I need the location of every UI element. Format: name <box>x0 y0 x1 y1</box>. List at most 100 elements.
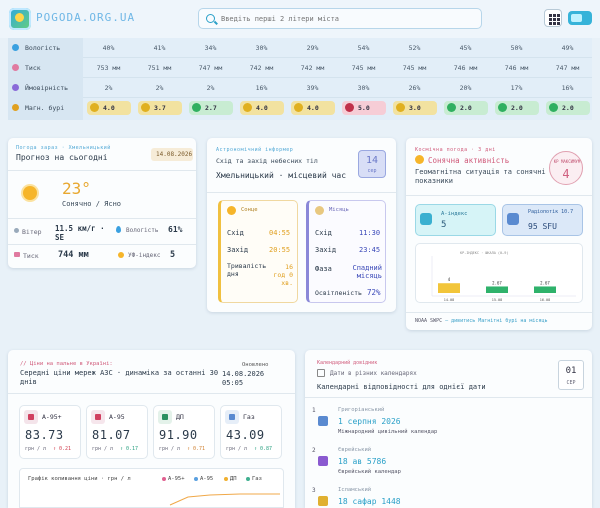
table-cell: 30% <box>357 84 370 92</box>
calendar-title-icon <box>317 369 325 377</box>
kp-bar <box>486 286 508 293</box>
table-cell: 54% <box>357 44 370 52</box>
day-length-label: Тривалість дня <box>227 262 267 278</box>
moon-phase-label: Фаза <box>315 265 332 273</box>
site-logo-icon[interactable] <box>9 8 31 30</box>
storm-level-icon <box>141 103 150 112</box>
kp-bar <box>438 283 460 293</box>
pressure-icon <box>12 64 19 71</box>
fuel-price: 83.73 <box>25 428 64 442</box>
table-cell: 742 мм <box>300 64 325 72</box>
table-cell: 50% <box>510 44 523 52</box>
droplet-icon <box>12 44 19 51</box>
astro-date-badge: 14 сер <box>358 150 386 178</box>
today-temperature: 23° <box>62 179 91 198</box>
calendar-title: Дати в різних календарях <box>330 370 417 377</box>
row-label: Ймовірність <box>8 78 83 98</box>
weather-details-table: Вологість 40% 41% 34% 30% 29% 54% 52% 45% 50% 49% Т… <box>8 38 592 120</box>
calendar-icon <box>318 416 328 426</box>
astro-informer-card: Астрономічний інформер Схід та захід неб… <box>207 138 396 312</box>
storm-badge: 4.0 <box>291 101 335 115</box>
storm-level-icon <box>345 103 354 112</box>
fuel-unit: грн / л <box>159 446 181 452</box>
table-row-storms: Магн. бурі 4.0 3.7 2.7 4.0 4.0 5.0 3.0 2.0 2.0 2.0 <box>8 98 592 120</box>
calendar-system: Єврейський <box>338 447 372 453</box>
storm-badge: 2.0 <box>546 101 590 115</box>
uv-label: УФ-індекс <box>128 252 161 259</box>
theme-toggle[interactable] <box>568 11 592 25</box>
storm-level-icon <box>396 103 405 112</box>
kp-category-label: 16.08 <box>540 298 551 302</box>
table-cell: 747 мм <box>198 64 223 72</box>
storm-badge: 3.7 <box>138 101 182 115</box>
fuel-price-tile[interactable]: Газ 43.09 грн / л ↑ 0.87 <box>220 405 282 459</box>
fuel-name: Газ <box>243 413 255 421</box>
today-description: Сонячно / Ясно <box>62 200 122 208</box>
fuel-price: 91.90 <box>159 428 198 442</box>
row-label: Магн. бурі <box>8 98 83 120</box>
calendar-date: 18 сафар 1448 <box>338 497 401 506</box>
calendar-date-badge: 01 СЕР <box>558 360 584 390</box>
calendar-entry-number: 1 <box>312 407 316 414</box>
fuel-price-tile[interactable]: А-95 81.07 грн / л ↑ 0.17 <box>86 405 148 459</box>
moonrise-value: 11:30 <box>359 229 381 237</box>
fuel-name: А-95 <box>109 413 125 421</box>
city-search[interactable] <box>198 8 482 29</box>
radio-icon <box>507 213 519 225</box>
moonrise-label: Схід <box>315 229 332 237</box>
storm-level-icon <box>549 103 558 112</box>
table-cell: 745 мм <box>351 64 376 72</box>
table-row-2: Ймовірність 2% 2% 2% 16% 39% 30% 26% 20% 17% 16% <box>8 78 592 98</box>
moonset-value: 23:45 <box>359 246 381 254</box>
solar-title: Сонячна активність <box>428 156 510 165</box>
magnetic-storms-link[interactable]: — дивитись Магнітні бурі на місяць <box>445 318 547 324</box>
table-row-1: Тиск 753 мм 751 мм 747 мм 742 мм 742 мм 745 мм… <box>8 58 592 78</box>
pressure-value: 744 мм <box>58 250 89 260</box>
calendar-card: Календарний довідник Дати в різних кален… <box>305 350 592 508</box>
apps-grid-button[interactable] <box>544 9 562 27</box>
solar-footer: NOAA SWPC — дивитись Магнітні бурі на мі… <box>415 318 547 324</box>
table-row-0: Вологість 40% 41% 34% 30% 29% 54% 52% 45% 50% 49% <box>8 38 592 58</box>
row-label: Вологість <box>8 38 83 58</box>
site-logo-text[interactable]: POGODA.ORG.UA <box>36 11 135 24</box>
kp-bar-label: 4 <box>448 277 451 282</box>
a-index-value: 5 <box>441 220 447 230</box>
kp-max-badge: КР МАКСИМУМ 4 <box>549 151 583 185</box>
kp-bar-label: 2.67 <box>540 280 550 285</box>
fuel-pump-icon <box>91 410 105 424</box>
truck-icon <box>158 410 172 424</box>
illumination-value: 72% <box>367 288 381 297</box>
table-cell: 52% <box>408 44 421 52</box>
today-forecast-card: Погода зараз · Хмельницький Прогноз на с… <box>8 138 196 268</box>
storm-level-icon <box>90 103 99 112</box>
a-index-label: A-індекс <box>441 211 468 217</box>
storm-badge: 2.0 <box>495 101 539 115</box>
today-title: Прогноз на сьогодні <box>16 153 108 162</box>
table-cell: 45% <box>459 44 472 52</box>
fuel-title: Середні ціни мереж АЗС · динаміка за ост… <box>20 369 219 386</box>
calendar-entry-number: 2 <box>312 447 316 454</box>
fuel-unit: грн / л <box>226 446 248 452</box>
astro-tag: Астрономічний інформер <box>216 147 294 153</box>
fuel-price: 81.07 <box>92 428 131 442</box>
fuel-price-tile[interactable]: А-95+ 83.73 грн / л ↑ 0.21 <box>19 405 81 459</box>
row-label: Тиск <box>8 58 83 78</box>
star-of-david-icon <box>318 456 328 466</box>
calendar-description: Міжнародний цивільний календар <box>338 429 438 435</box>
table-cell: 2% <box>104 84 113 92</box>
today-tag: Погода зараз · Хмельницький <box>16 145 111 151</box>
storm-badge: 4.0 <box>87 101 131 115</box>
astro-city: Хмельницький · місцевий час <box>216 171 347 180</box>
kp-category-label: 14.08 <box>444 298 455 302</box>
table-cell: 2% <box>206 84 215 92</box>
fuel-updated-label: Оновлено <box>242 362 269 368</box>
calendar-date: 1 серпня 2026 <box>338 417 401 426</box>
crescent-icon <box>318 496 328 506</box>
table-cell: 753 мм <box>96 64 121 72</box>
storm-badge: 2.0 <box>444 101 488 115</box>
city-search-input[interactable] <box>221 12 471 26</box>
pressure-label: Тиск <box>23 252 39 260</box>
table-cell: 16% <box>561 84 574 92</box>
storm-level-icon <box>294 103 303 112</box>
fuel-price-tile[interactable]: ДП 91.90 грн / л ↑ 0.71 <box>153 405 215 459</box>
